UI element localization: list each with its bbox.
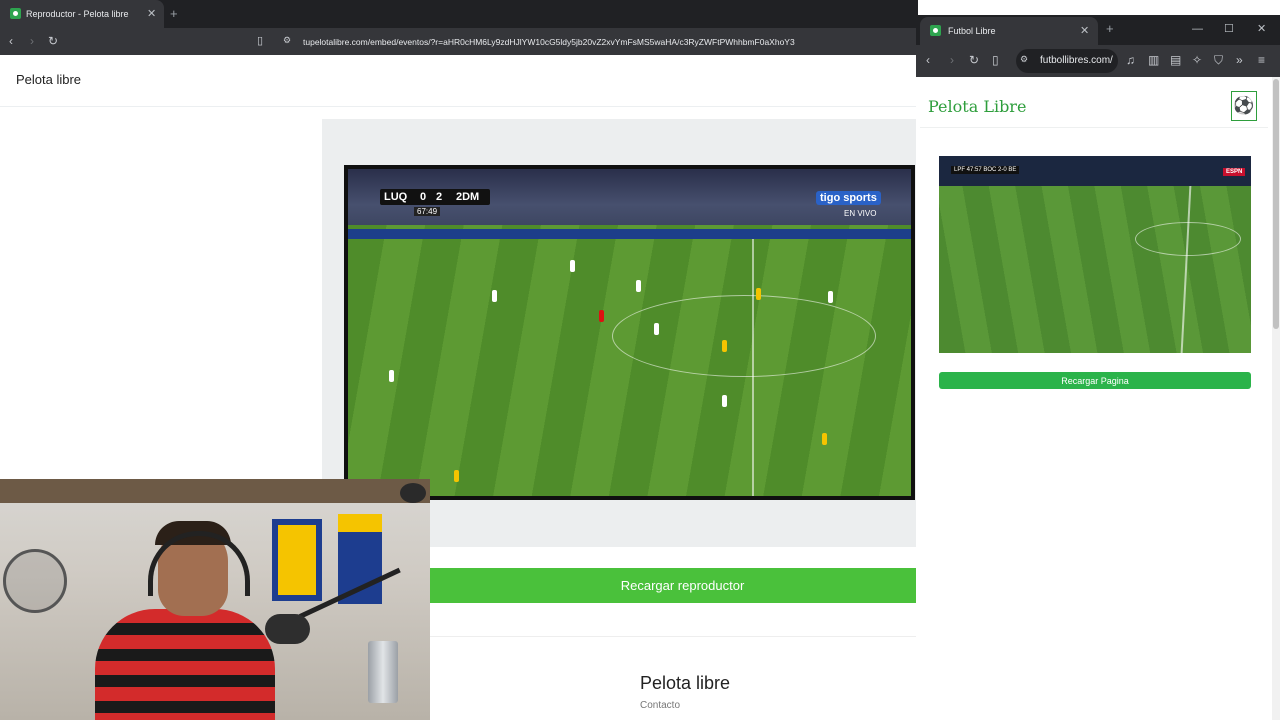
microphone-icon (265, 614, 310, 644)
right-tab-title: Futbol Libre (948, 26, 996, 36)
close-icon[interactable]: ✕ (147, 7, 156, 20)
media-icon[interactable]: ♫ (1126, 53, 1135, 67)
player-figure (492, 290, 497, 302)
maximize-icon[interactable]: ☐ (1224, 22, 1234, 35)
wallet-icon[interactable]: ▤ (1170, 53, 1181, 67)
minimize-icon[interactable]: — (1192, 23, 1203, 35)
player-figure (722, 340, 727, 352)
channel-logo: tigo sports (816, 191, 881, 205)
right-tab-strip: Futbol Libre ✕ + — ☐ ✕ (916, 15, 1280, 45)
back-icon[interactable]: ‹ (9, 34, 13, 48)
address-bar[interactable]: ⚙ futbollibres.com/ (1016, 49, 1118, 73)
live-label: EN VIVO (844, 209, 877, 218)
footer-divider (428, 636, 937, 637)
reload-player-button[interactable]: Recargar reproductor (428, 568, 937, 603)
camera-icon (400, 483, 426, 503)
fan-image (3, 549, 67, 613)
ceiling-beams (0, 479, 430, 503)
player-figure (654, 323, 659, 335)
player-figure (454, 470, 459, 482)
player-figure (756, 288, 761, 300)
scrollbar-thumb[interactable] (1273, 79, 1279, 329)
match-clock: 67:49 (414, 207, 441, 216)
reload-icon[interactable]: ↻ (48, 34, 58, 48)
thumbnail-scoreline: LPF 47:57 BOC 2-0 BE (951, 166, 1020, 174)
away-score: 2 (436, 191, 443, 203)
adboard (348, 229, 911, 239)
forward-icon[interactable]: › (30, 34, 34, 48)
site-favicon-icon (10, 8, 21, 19)
left-tab-strip: Reproductor - Pelota libre ✕ + (0, 0, 918, 28)
streamer-body (95, 609, 275, 720)
soccer-ball-icon[interactable]: ⚽ (1231, 91, 1257, 121)
new-tab-icon[interactable]: + (170, 6, 178, 21)
right-toolbar: ‹ › ↻ ▯ ⚙ futbollibres.com/ ♫ ▥ ▤ ✧ ⛉ » … (916, 45, 1280, 77)
center-circle (1135, 222, 1241, 256)
espn-logo: ESPN (1223, 168, 1246, 176)
close-window-icon[interactable]: ✕ (1257, 22, 1266, 35)
left-tab[interactable]: Reproductor - Pelota libre ✕ (0, 0, 164, 28)
forward-icon[interactable]: › (950, 53, 954, 67)
more-tools-icon[interactable]: » (1236, 53, 1243, 67)
site-brand[interactable]: Pelota libre (16, 72, 81, 87)
right-page: Pelota Libre ⚽ LPF 47:57 BOC 2-0 BE ESPN… (916, 77, 1272, 389)
left-toolbar: ‹ › ↻ ▯ ⚙ tupelotalibre.com/embed/evento… (0, 28, 918, 55)
away-team: 2DM (456, 191, 480, 203)
address-bar[interactable]: tupelotalibre.com/embed/eventos/?r=aHR0c… (303, 37, 795, 47)
close-icon[interactable]: ✕ (1080, 24, 1089, 37)
home-score: 0 (420, 191, 427, 203)
left-tab-title: Reproductor - Pelota libre (26, 9, 129, 19)
reload-icon[interactable]: ↻ (969, 53, 979, 67)
header-divider (920, 127, 1268, 128)
site-favicon-icon (930, 25, 941, 36)
site-brand[interactable]: Pelota Libre (928, 97, 1026, 116)
pitch-image (939, 186, 1251, 353)
stream-thumbnail[interactable]: LPF 47:57 BOC 2-0 BE ESPN (939, 156, 1251, 353)
site-info-icon[interactable]: ⚙ (283, 35, 291, 46)
header-divider (0, 106, 918, 107)
player-figure (828, 291, 833, 303)
home-team: LUQ (384, 191, 408, 203)
back-icon[interactable]: ‹ (926, 53, 930, 67)
player-figure (570, 260, 575, 272)
player-figure (389, 370, 394, 382)
center-circle (612, 295, 876, 377)
extensions-icon[interactable]: ✧ (1192, 53, 1202, 67)
address-text: futbollibres.com/ (1040, 55, 1113, 66)
site-info-icon[interactable]: ⚙ (1020, 54, 1028, 65)
bookmark-icon[interactable]: ▯ (992, 53, 999, 67)
video-player[interactable]: LUQ 0 2 2DM 67:49 tigo sports EN VIVO (344, 165, 915, 500)
referee-figure (599, 310, 604, 322)
jersey-image (272, 519, 322, 601)
bookmark-icon[interactable]: ▯ (257, 34, 263, 47)
footer-title: Pelota libre (640, 673, 731, 693)
right-page-blank (916, 389, 1280, 720)
sidebar-icon[interactable]: ▥ (1148, 53, 1159, 67)
scoreboard: LUQ 0 2 2DM (380, 189, 490, 205)
reload-page-button[interactable]: Recargar Pagina (939, 372, 1251, 389)
thermos-image (368, 641, 398, 703)
new-tab-icon[interactable]: + (1106, 21, 1114, 36)
player-figure (636, 280, 641, 292)
right-browser-window: Futbol Libre ✕ + — ☐ ✕ ‹ › ↻ ▯ ⚙ futboll… (916, 15, 1280, 720)
player-figure (722, 395, 727, 407)
shield-icon[interactable]: ⛉ (1214, 53, 1223, 68)
contact-link[interactable]: Contacto (640, 700, 680, 711)
player-figure (822, 433, 827, 445)
menu-icon[interactable]: ≡ (1258, 53, 1265, 67)
webcam-overlay (0, 479, 430, 720)
right-tab[interactable]: Futbol Libre ✕ (920, 17, 1098, 45)
